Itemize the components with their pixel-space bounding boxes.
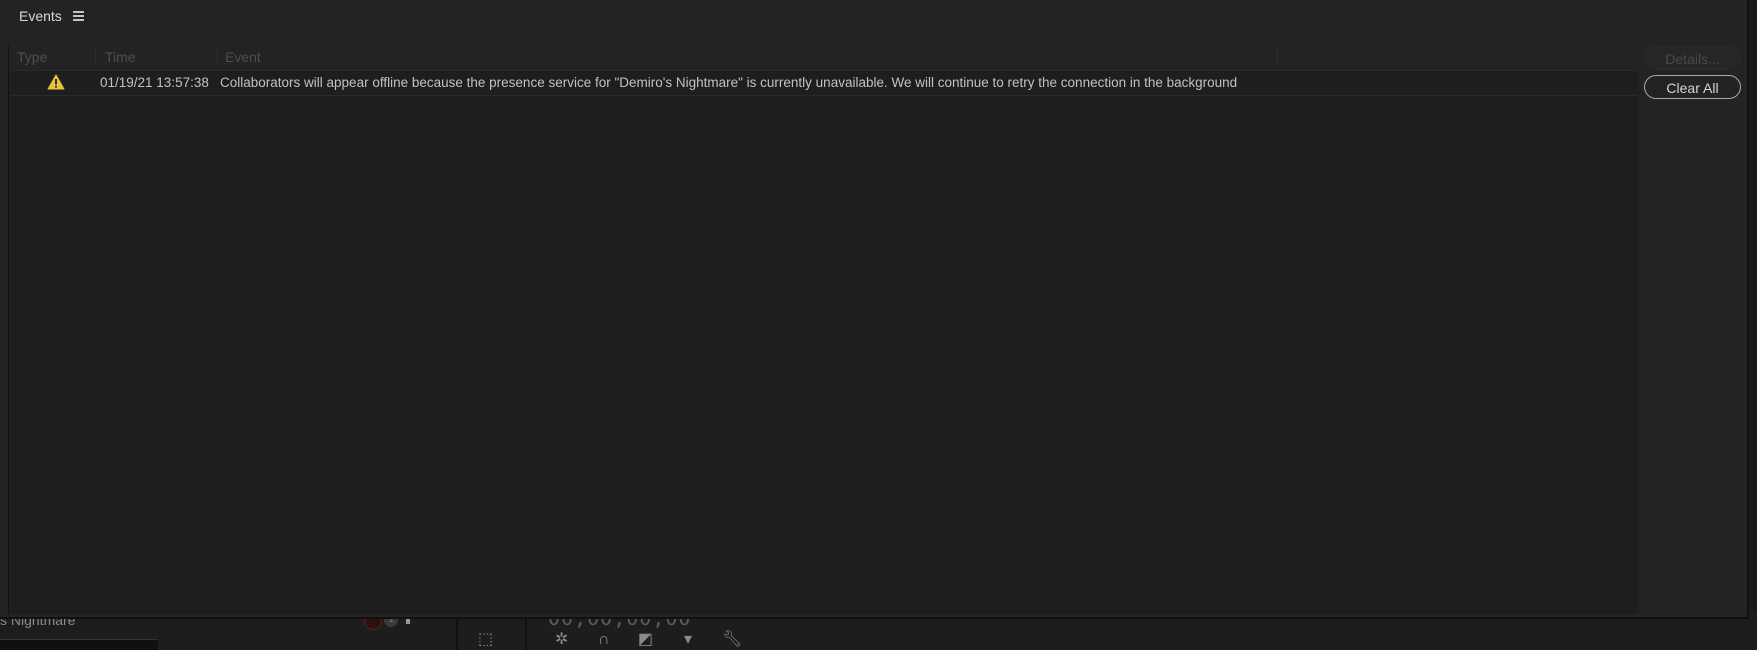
column-separator[interactable]: [95, 49, 96, 65]
event-time: 01/19/21 13:57:38: [100, 75, 209, 90]
column-header-type[interactable]: Type: [17, 49, 47, 65]
snap-icon: ✲: [555, 631, 569, 648]
events-list: Type Time Event 01/19/21 13:57:38 Collab…: [8, 46, 1639, 614]
clear-all-button[interactable]: Clear All: [1644, 75, 1741, 99]
magnet-icon: ∩: [598, 631, 610, 648]
wrench-icon: 🔧︎: [722, 631, 743, 648]
event-row[interactable]: 01/19/21 13:57:38 Collaborators will app…: [11, 70, 1637, 96]
panel-title: Events: [19, 8, 62, 24]
panel-header: Events: [0, 0, 1747, 34]
column-headers: Type Time Event: [9, 46, 1639, 70]
hamburger-menu-icon[interactable]: [73, 11, 84, 22]
event-message: Collaborators will appear offline becaus…: [220, 75, 1238, 90]
events-panel: Events Type Time Event 01/19/21 13:57:38…: [0, 0, 1749, 619]
screen: s Nightmare 1 00;00;00;00 ⬚ ✲ ∩ ◩ ▾ 🔧︎ E…: [0, 0, 1757, 650]
column-header-event[interactable]: Event: [225, 49, 261, 65]
warning-icon: [47, 74, 65, 90]
column-separator[interactable]: [1277, 49, 1278, 65]
linked-selection-icon: ◩: [638, 631, 654, 648]
column-header-time[interactable]: Time: [105, 49, 136, 65]
selection-tool-icon: ⬚: [478, 631, 494, 648]
background-search-field: [0, 639, 158, 650]
marker-icon: ▾: [684, 631, 693, 648]
column-separator[interactable]: [217, 49, 218, 65]
events-list-body: 01/19/21 13:57:38 Collaborators will app…: [11, 70, 1637, 614]
details-button[interactable]: Details...: [1644, 46, 1741, 70]
